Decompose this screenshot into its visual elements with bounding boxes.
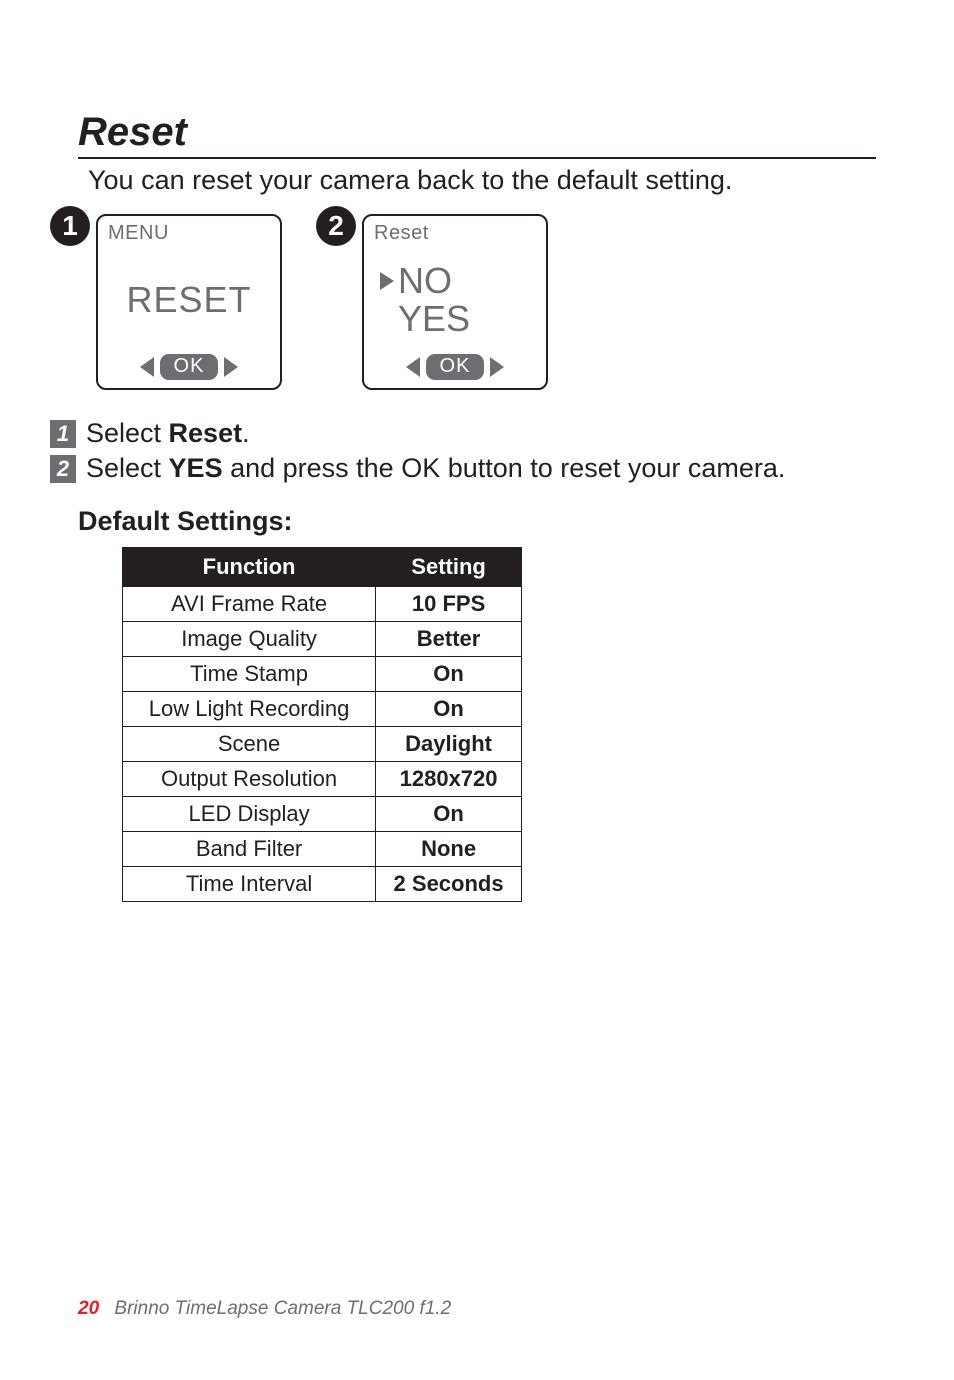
cell-function: Band Filter [123, 832, 376, 867]
section-heading: Reset [78, 110, 876, 159]
table-row: Time StampOn [123, 657, 522, 692]
step-1-text: Select Reset. [86, 418, 250, 449]
default-settings-heading: Default Settings: [78, 506, 876, 537]
col-header-setting: Setting [376, 548, 522, 587]
cell-function: LED Display [123, 797, 376, 832]
selection-arrow-icon [380, 272, 394, 290]
page-number: 20 [78, 1298, 99, 1319]
step-1-bold: Reset [169, 418, 243, 448]
cell-setting: On [376, 797, 522, 832]
cell-setting: 1280x720 [376, 762, 522, 797]
nav-left-icon[interactable] [406, 357, 420, 377]
step-1-post: . [242, 418, 250, 448]
table-row: Output Resolution1280x720 [123, 762, 522, 797]
step-number-2: 2 [50, 455, 76, 483]
option-no: NO [398, 262, 452, 300]
step-2-post: and press the OK button to reset your ca… [223, 453, 786, 483]
lcd-title: Reset [374, 222, 536, 245]
step-instructions: 1 Select Reset. 2 Select YES and press t… [50, 418, 876, 484]
nav-right-icon[interactable] [224, 357, 238, 377]
cell-function: Low Light Recording [123, 692, 376, 727]
cell-setting: None [376, 832, 522, 867]
step-1-pre: Select [86, 418, 169, 448]
nav-left-icon[interactable] [140, 357, 154, 377]
cell-setting: 10 FPS [376, 587, 522, 622]
ok-nav-row: OK [374, 354, 536, 380]
ok-nav-row: OK [108, 354, 270, 380]
default-settings-table: Function Setting AVI Frame Rate10 FPS Im… [122, 547, 522, 902]
lcd-body: RESET [108, 249, 270, 350]
cell-function: AVI Frame Rate [123, 587, 376, 622]
table-row: SceneDaylight [123, 727, 522, 762]
screen-group-2: 2 Reset NO YES OK [316, 214, 548, 390]
cell-setting: On [376, 692, 522, 727]
cell-setting: Daylight [376, 727, 522, 762]
lcd-screen-menu: MENU RESET OK [96, 214, 282, 390]
nav-right-icon[interactable] [490, 357, 504, 377]
option-yes: YES [398, 300, 470, 338]
table-row: AVI Frame Rate10 FPS [123, 587, 522, 622]
step-line-2: 2 Select YES and press the OK button to … [50, 453, 876, 484]
lcd-title: MENU [108, 222, 270, 245]
screens-row: 1 MENU RESET OK 2 Reset NO [50, 214, 876, 390]
page-footer: 20 Brinno TimeLapse Camera TLC200 f1.2 [78, 1298, 451, 1320]
option-no-row[interactable]: NO [380, 262, 452, 300]
cell-function: Output Resolution [123, 762, 376, 797]
cell-function: Time Interval [123, 867, 376, 902]
step-2-text: Select YES and press the OK button to re… [86, 453, 785, 484]
cell-function: Scene [123, 727, 376, 762]
step-number-1: 1 [50, 420, 76, 448]
cell-setting: 2 Seconds [376, 867, 522, 902]
ok-button[interactable]: OK [426, 354, 485, 380]
intro-text: You can reset your camera back to the de… [88, 165, 876, 196]
col-header-function: Function [123, 548, 376, 587]
step-bubble-2: 2 [316, 206, 356, 246]
screen-group-1: 1 MENU RESET OK [50, 214, 282, 390]
lcd-main-text: RESET [126, 279, 251, 321]
step-2-bold: YES [169, 453, 223, 483]
cell-function: Time Stamp [123, 657, 376, 692]
step-2-pre: Select [86, 453, 169, 483]
ok-button[interactable]: OK [160, 354, 219, 380]
option-yes-row[interactable]: YES [380, 300, 470, 338]
table-row: Image QualityBetter [123, 622, 522, 657]
lcd-screen-reset: Reset NO YES OK [362, 214, 548, 390]
footer-title: Brinno TimeLapse Camera TLC200 f1.2 [114, 1298, 451, 1319]
table-row: LED DisplayOn [123, 797, 522, 832]
table-row: Band FilterNone [123, 832, 522, 867]
step-line-1: 1 Select Reset. [50, 418, 876, 449]
lcd-body: NO YES [374, 249, 536, 350]
cell-function: Image Quality [123, 622, 376, 657]
cell-setting: Better [376, 622, 522, 657]
step-bubble-1: 1 [50, 206, 90, 246]
table-row: Time Interval2 Seconds [123, 867, 522, 902]
cell-setting: On [376, 657, 522, 692]
table-row: Low Light RecordingOn [123, 692, 522, 727]
